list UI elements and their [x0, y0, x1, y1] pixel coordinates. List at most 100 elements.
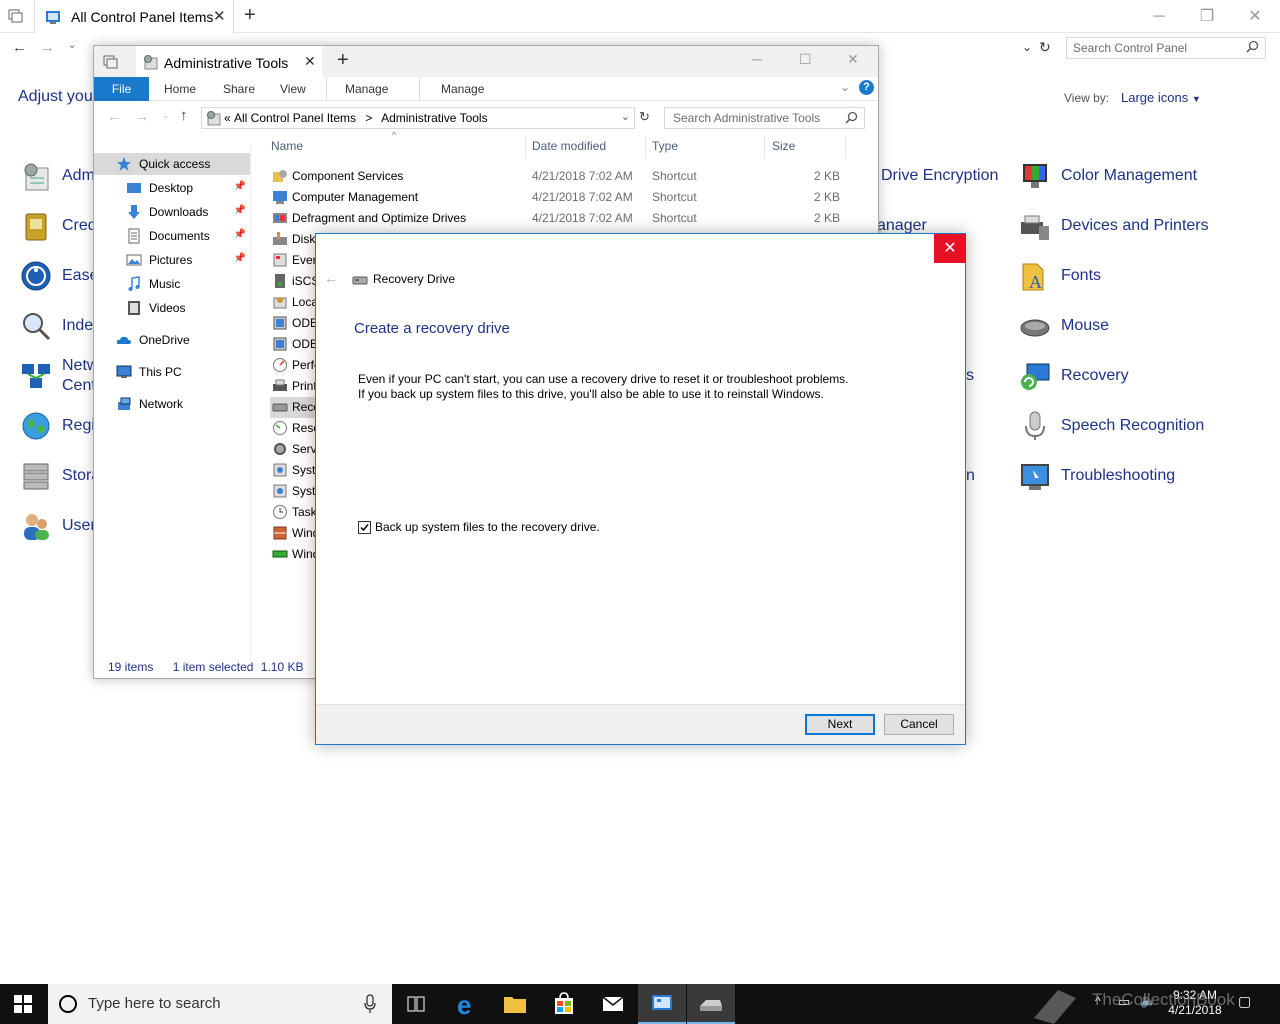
ribbon-tab-share[interactable]: Share — [223, 82, 255, 96]
pin-icon[interactable]: 📌 — [234, 205, 246, 216]
pin-icon[interactable]: 📌 — [234, 181, 246, 192]
backup-system-files-checkbox[interactable]: Back up system files to the recovery dri… — [358, 520, 600, 534]
new-tab-icon[interactable]: + — [244, 4, 256, 27]
nav-item-quick-access[interactable]: Quick access — [116, 153, 250, 175]
cp-item-indexing-options[interactable]: Inde — [20, 308, 93, 344]
taskbar-mail[interactable] — [589, 984, 637, 1024]
column-header-type[interactable]: Type — [652, 139, 678, 153]
close-icon[interactable]: ✕ — [1232, 0, 1278, 33]
ribbon-tab-manage-shortcut[interactable]: Manage — [345, 82, 388, 96]
nav-item-music[interactable]: Music — [126, 273, 250, 295]
new-tab-icon[interactable]: + — [337, 49, 349, 72]
pin-icon[interactable]: 📌 — [234, 253, 246, 264]
cp-item-troubleshooting[interactable]: Troubleshooting — [1019, 458, 1175, 494]
cp-item-color-management[interactable]: Color Management — [1019, 158, 1197, 194]
cp-item-mouse[interactable]: Mouse — [1019, 308, 1109, 344]
column-header-size[interactable]: Size — [772, 139, 795, 153]
dialog-back-icon[interactable]: ← — [324, 270, 338, 286]
tab-administrative-tools[interactable]: Administrative Tools ✕ — [136, 46, 322, 77]
help-icon[interactable]: ? — [859, 80, 874, 95]
task-view-button[interactable] — [392, 984, 440, 1024]
task-view-icon[interactable] — [103, 55, 119, 69]
table-row[interactable]: Defragment and Optimize Drives 4/21/2018… — [270, 208, 850, 229]
nav-item-network[interactable]: Network — [116, 393, 250, 415]
back-icon[interactable]: ← — [107, 108, 121, 124]
breadcrumb-overflow[interactable]: « — [224, 111, 231, 125]
taskbar-store[interactable] — [540, 984, 588, 1024]
column-divider[interactable] — [764, 136, 765, 158]
column-header-date[interactable]: Date modified — [532, 139, 606, 153]
address-dropdown-icon[interactable]: ⌄ — [1022, 40, 1032, 54]
nav-item-downloads[interactable]: Downloads 📌 — [126, 201, 250, 223]
forward-icon[interactable]: → — [135, 108, 149, 124]
address-dropdown-icon[interactable]: ⌄ — [621, 110, 630, 123]
cp-item-region[interactable]: Regi — [20, 408, 95, 444]
table-row[interactable]: Computer Management 4/21/2018 7:02 AM Sh… — [270, 187, 850, 208]
next-button[interactable]: Next — [805, 714, 875, 735]
cp-item-ease-of-access[interactable]: Ease — [20, 258, 98, 294]
forward-icon[interactable]: → — [40, 39, 55, 56]
windows-start-icon[interactable] — [14, 995, 32, 1013]
close-tab-icon[interactable]: ✕ — [213, 7, 226, 25]
table-row[interactable]: Component Services 4/21/2018 7:02 AM Sho… — [270, 166, 850, 187]
taskbar-search-box[interactable]: Type here to search — [48, 984, 392, 1024]
task-view-icon[interactable] — [8, 9, 24, 23]
minimize-icon[interactable]: ─ — [1136, 0, 1182, 33]
ribbon-tab-manage-app[interactable]: Manage — [441, 82, 484, 96]
view-by-dropdown[interactable]: Large icons ▼ — [1121, 90, 1201, 105]
recent-dropdown-icon[interactable]: ⌄ — [68, 40, 76, 51]
tab-all-control-panel-items[interactable]: All Control Panel Items ✕ — [34, 0, 234, 33]
breadcrumb-separator[interactable]: > — [365, 111, 372, 125]
nav-item-desktop[interactable]: Desktop 📌 — [126, 177, 250, 199]
column-divider[interactable] — [525, 136, 526, 158]
column-divider[interactable] — [645, 136, 646, 158]
explorer-search-input[interactable]: Search Administrative Tools — [664, 107, 865, 129]
pin-icon[interactable]: 📌 — [234, 229, 246, 240]
nav-item-onedrive[interactable]: OneDrive — [116, 329, 250, 351]
cp-item-fragment-n[interactable]: n — [966, 467, 975, 485]
back-icon[interactable]: ← — [12, 39, 27, 56]
dialog-close-button[interactable]: ✕ — [934, 234, 966, 263]
breadcrumb-all-control-panel-items[interactable]: All Control Panel Items — [234, 111, 356, 125]
taskbar-control-panel[interactable] — [638, 984, 686, 1024]
cp-item-network-center[interactable]: Netw Cent — [20, 356, 98, 396]
column-header-name[interactable]: Name — [271, 139, 303, 153]
minimize-icon[interactable]: ─ — [752, 51, 762, 67]
close-tab-icon[interactable]: ✕ — [304, 53, 316, 70]
ribbon-tab-view[interactable]: View — [280, 82, 306, 96]
nav-item-this-pc[interactable]: This PC — [116, 361, 250, 383]
nav-item-documents[interactable]: Documents 📌 — [126, 225, 250, 247]
refresh-icon[interactable]: ↻ — [1039, 39, 1051, 56]
table-row-selected[interactable]: Reco — [270, 397, 320, 418]
nav-item-pictures[interactable]: Pictures 📌 — [126, 249, 250, 271]
taskbar-edge[interactable]: e — [443, 984, 491, 1024]
control-panel-search-input[interactable]: Search Control Panel — [1066, 37, 1266, 59]
maximize-icon[interactable]: ❐ — [1184, 0, 1230, 33]
cp-item-devices-and-printers[interactable]: Devices and Printers — [1019, 208, 1209, 244]
checkbox-label[interactable]: Back up system files to the recovery dri… — [375, 520, 600, 534]
cp-item-administrative-tools[interactable]: Adm — [20, 158, 95, 194]
cp-item-storage-spaces[interactable]: Stora — [20, 458, 100, 494]
nav-item-videos[interactable]: Videos — [126, 297, 250, 319]
cp-item-bitlocker-fragment[interactable]: Drive Encryption — [881, 167, 998, 185]
checkbox-box[interactable] — [358, 520, 371, 534]
breadcrumb-administrative-tools[interactable]: Administrative Tools — [381, 111, 488, 125]
close-icon[interactable]: ✕ — [847, 51, 859, 68]
ribbon-expand-icon[interactable]: ⌄ — [840, 80, 850, 94]
ribbon-tab-file[interactable]: File — [94, 77, 149, 101]
cancel-button[interactable]: Cancel — [884, 714, 954, 735]
action-center-icon[interactable]: ▢ — [1238, 993, 1251, 1010]
taskbar-recovery-drive[interactable] — [687, 984, 735, 1024]
cp-item-fragment-s[interactable]: s — [966, 367, 974, 385]
up-icon[interactable]: ↑ — [180, 107, 188, 124]
cp-item-recovery[interactable]: Recovery — [1019, 358, 1129, 394]
taskbar-file-explorer[interactable] — [491, 984, 539, 1024]
column-divider[interactable] — [845, 136, 846, 158]
cp-item-speech-recognition[interactable]: Speech Recognition — [1019, 408, 1204, 444]
microphone-icon[interactable] — [364, 994, 376, 1014]
maximize-icon[interactable]: ☐ — [799, 51, 812, 68]
cp-item-user-accounts[interactable]: User — [20, 508, 96, 544]
recent-dropdown-icon[interactable]: ⌄ — [162, 110, 170, 121]
ribbon-tab-home[interactable]: Home — [164, 82, 196, 96]
cp-item-credential-manager[interactable]: Cred — [20, 208, 97, 244]
